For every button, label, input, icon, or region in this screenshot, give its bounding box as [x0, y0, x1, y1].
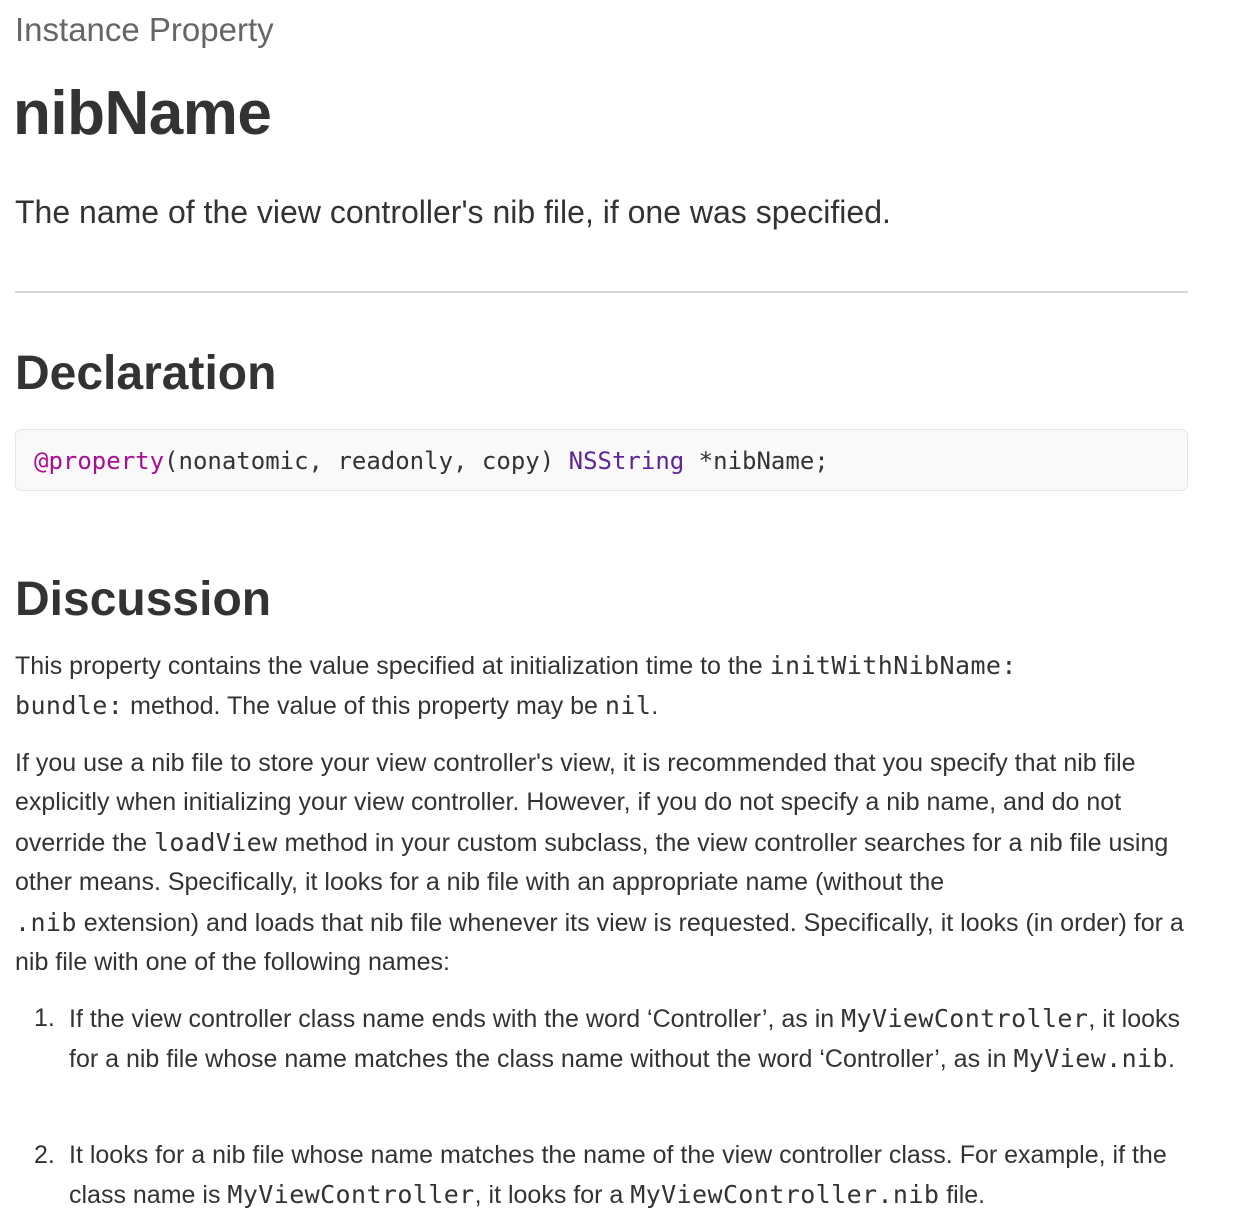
text: .: [651, 692, 659, 721]
list-number: 2.: [34, 1141, 55, 1169]
discussion-paragraph: This property contains the value specifi…: [15, 646, 1195, 727]
code-keyword: @property: [34, 447, 165, 475]
inline-code: MyView.nib: [1013, 1044, 1168, 1074]
inline-code: MyViewController.nib: [630, 1180, 940, 1210]
inline-code: loadView: [153, 827, 278, 857]
code-name: *nibName;: [684, 447, 829, 475]
text: method. The value of this property may b…: [123, 692, 605, 721]
abstract: The name of the view controller's nib fi…: [15, 194, 891, 230]
list-number: 1.: [34, 1004, 55, 1032]
declaration-heading: Declaration: [15, 347, 277, 400]
inline-code: MyViewController: [841, 1004, 1089, 1033]
inline-code: initWithNibName:: [769, 651, 1017, 680]
text: file.: [939, 1181, 986, 1210]
inline-code: nil: [604, 691, 652, 721]
inline-code: bundle:: [15, 691, 124, 721]
text: If the view controller class name ends w…: [69, 1005, 842, 1033]
declaration-code-block: @property(nonatomic, readonly, copy) NSS…: [15, 429, 1188, 491]
code-type-link[interactable]: NSString: [569, 447, 685, 475]
divider: [15, 291, 1188, 293]
text: extension) and loads that nib file whene…: [15, 908, 1184, 977]
page-title: nibName: [13, 79, 272, 148]
list-item-body: If the view controller class name ends w…: [69, 999, 1189, 1080]
text: This property contains the value specifi…: [15, 652, 770, 680]
code-attributes: (nonatomic, readonly, copy): [164, 447, 569, 475]
discussion-paragraph: If you use a nib file to store your view…: [15, 744, 1195, 982]
list-item-body: It looks for a nib file whose name match…: [69, 1136, 1189, 1216]
inline-code: .nib: [15, 907, 77, 937]
discussion-heading: Discussion: [15, 573, 272, 626]
eyebrow-label: Instance Property: [15, 11, 274, 48]
text: , it looks for a: [474, 1181, 631, 1210]
inline-code: MyViewController: [227, 1180, 475, 1210]
text: .: [1167, 1045, 1175, 1074]
declaration-code: @property(nonatomic, readonly, copy) NSS…: [34, 446, 829, 476]
